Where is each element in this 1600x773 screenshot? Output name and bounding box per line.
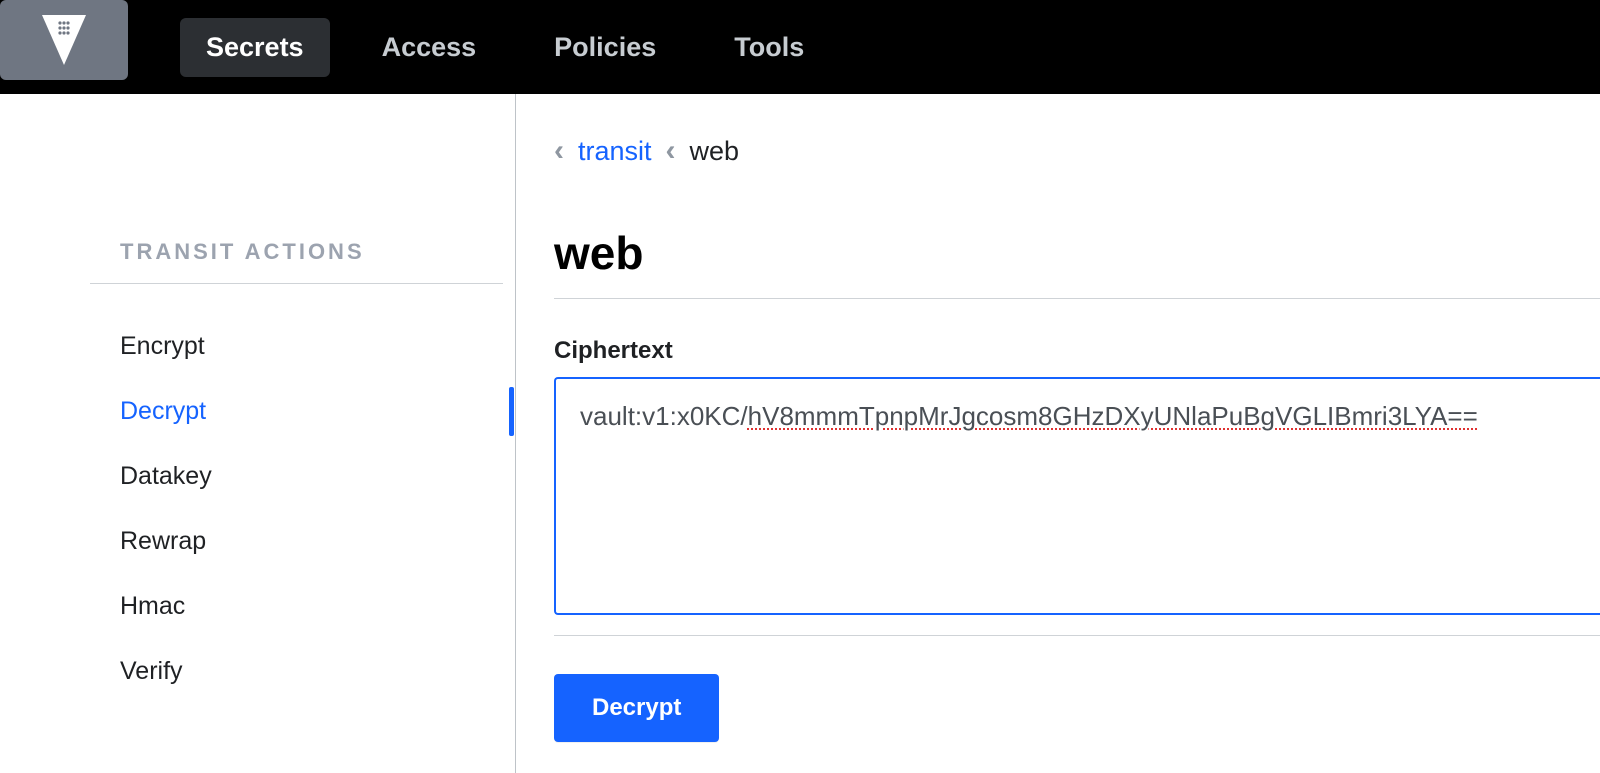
chevron-left-icon: ‹ [666,134,676,168]
sidebar-item-decrypt[interactable]: Decrypt [120,379,515,444]
ciphertext-label: Ciphertext [554,337,1600,365]
form-divider [554,635,1600,636]
decrypt-button[interactable]: Decrypt [554,674,719,742]
ciphertext-input[interactable]: vault:v1:x0KC/hV8mmmTpnpMrJgcosm8GHzDXyU… [554,377,1600,615]
content-area: TRANSIT ACTIONS Encrypt Decrypt Datakey … [0,94,1600,773]
breadcrumb-current: web [690,136,740,167]
breadcrumb-link-parent[interactable]: transit [578,136,652,167]
breadcrumb: ‹ transit ‹ web [554,134,1600,168]
ciphertext-value-prefix: vault:v1:x0KC/ [580,401,748,431]
ciphertext-value-body: hV8mmmTpnpMrJgcosm8GHzDXyUNlaPuBgVGLIBmr… [748,401,1478,431]
nav-item-tools[interactable]: Tools [708,18,830,77]
sidebar-title: TRANSIT ACTIONS [120,239,515,265]
sidebar-item-encrypt[interactable]: Encrypt [120,314,515,379]
sidebar-item-hmac[interactable]: Hmac [120,574,515,639]
chevron-left-icon: ‹ [554,134,564,168]
vault-logo-icon [42,15,86,65]
sidebar-divider [90,283,503,284]
nav-item-policies[interactable]: Policies [528,18,682,77]
top-nav: Secrets Access Policies Tools [0,0,1600,94]
main-panel: ‹ transit ‹ web web Ciphertext vault:v1:… [516,94,1600,773]
sidebar-item-datakey[interactable]: Datakey [120,444,515,509]
sidebar-action-list: Encrypt Decrypt Datakey Rewrap Hmac Veri… [120,314,515,704]
title-divider [554,298,1600,299]
app-logo[interactable] [0,0,128,80]
sidebar-item-verify[interactable]: Verify [120,639,515,704]
nav-item-secrets[interactable]: Secrets [180,18,330,77]
sidebar-item-rewrap[interactable]: Rewrap [120,509,515,574]
nav-item-access[interactable]: Access [356,18,503,77]
sidebar: TRANSIT ACTIONS Encrypt Decrypt Datakey … [0,94,516,773]
page-title: web [554,226,1600,280]
